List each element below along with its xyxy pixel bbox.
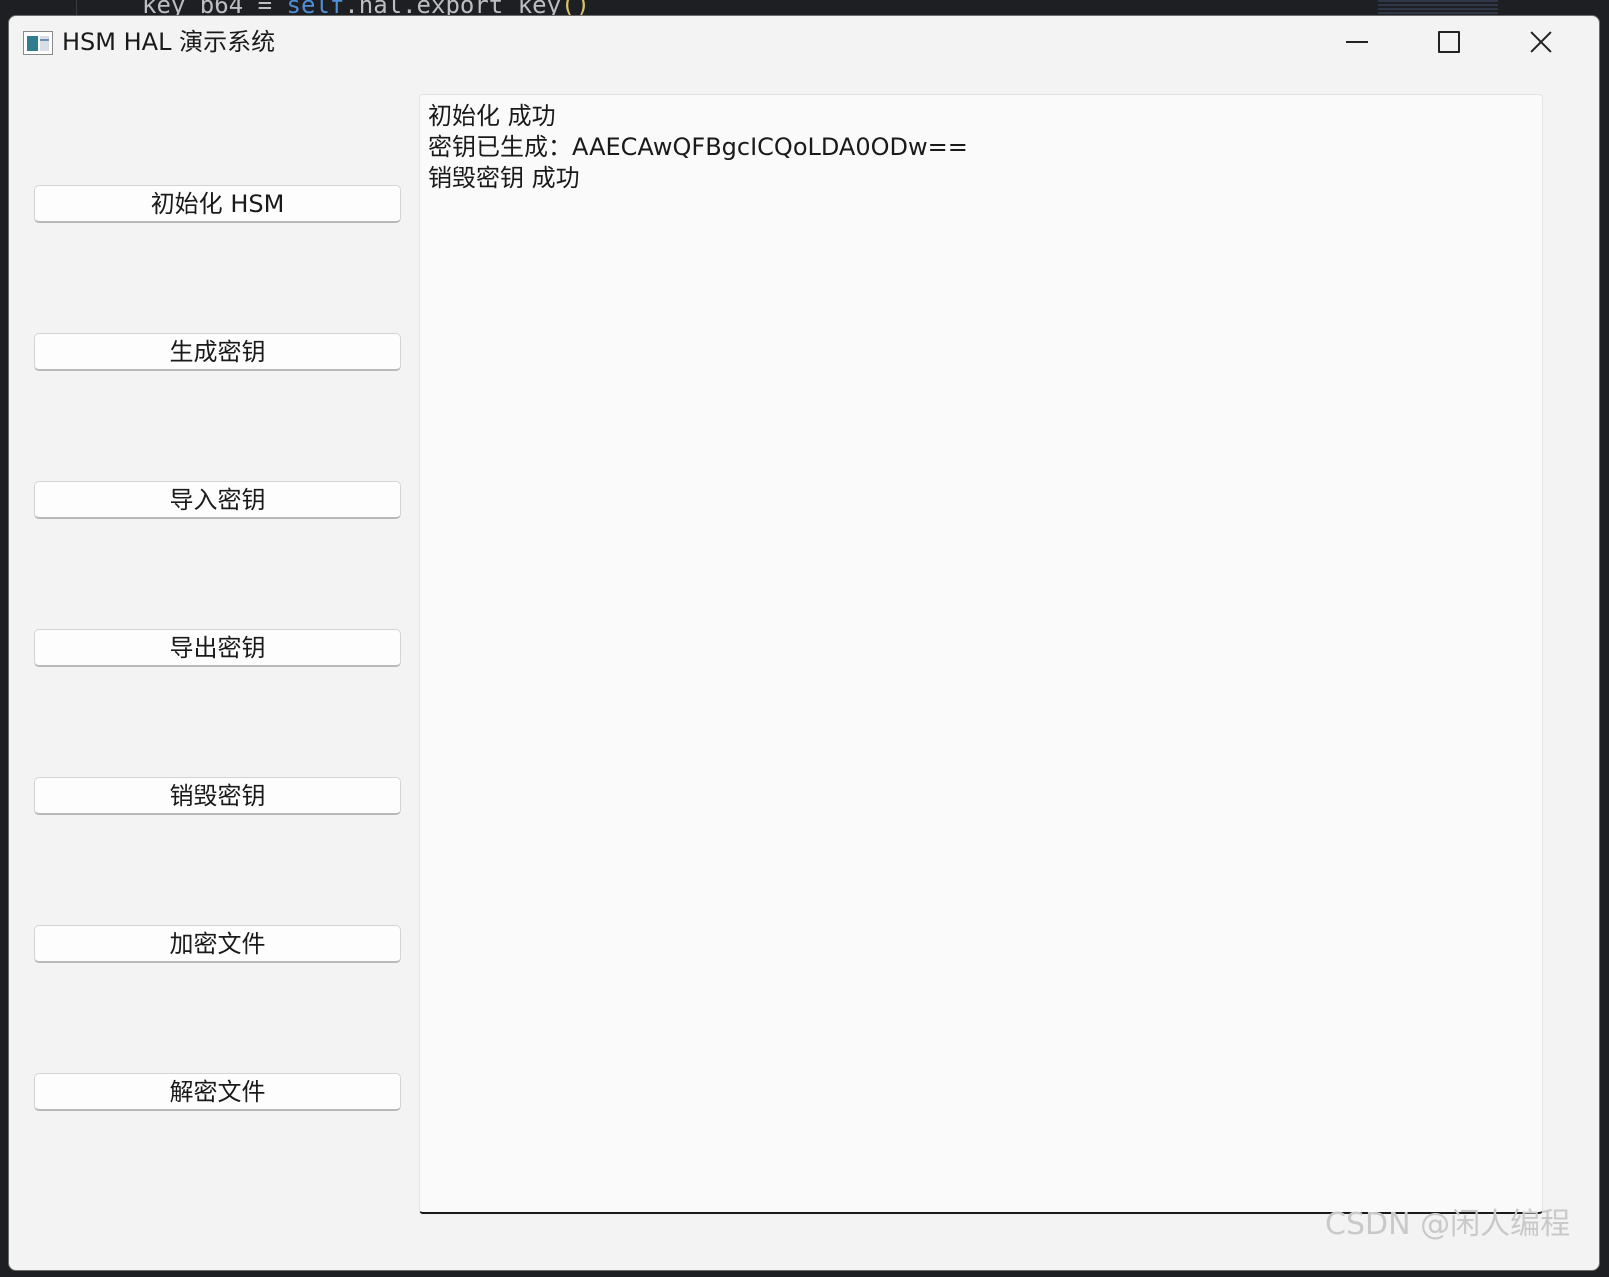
log-line: 密钥已生成：AAECAwQFBgcICQoLDA0ODw== — [428, 133, 968, 161]
background-code-line: key_b64 = self.hal.export_key() — [142, 0, 590, 16]
close-button[interactable] — [1495, 16, 1587, 68]
watermark: CSDN @闲人编程 — [1325, 1207, 1571, 1242]
app-icon — [23, 31, 53, 55]
encrypt-file-button[interactable]: 加密文件 — [34, 925, 401, 963]
minimize-icon — [1346, 41, 1368, 43]
log-line: 销毁密钥 成功 — [428, 164, 580, 192]
export-key-button[interactable]: 导出密钥 — [34, 629, 401, 667]
log-output-textarea[interactable]: 初始化 成功 密钥已生成：AAECAwQFBgcICQoLDA0ODw== 销毁… — [419, 94, 1543, 1214]
minimize-button[interactable] — [1311, 16, 1403, 68]
import-key-button[interactable]: 导入密钥 — [34, 481, 401, 519]
maximize-icon — [1438, 31, 1460, 53]
close-icon — [1529, 30, 1553, 54]
code-token-variable: key_b64 = — [142, 0, 287, 16]
destroy-key-button[interactable]: 销毁密钥 — [34, 777, 401, 815]
background-editor: key_b64 = self.hal.export_key() — [0, 0, 1609, 16]
code-token-self: self — [286, 0, 345, 16]
window-title: HSM HAL 演示系统 — [62, 28, 276, 56]
editor-minimap — [1378, 0, 1498, 16]
title-bar[interactable]: HSM HAL 演示系统 — [9, 16, 1599, 72]
code-token-call: .hal.export_key — [344, 0, 562, 16]
decrypt-file-button[interactable]: 解密文件 — [34, 1073, 401, 1111]
generate-key-button[interactable]: 生成密钥 — [34, 333, 401, 371]
editor-gutter-divider — [76, 0, 77, 16]
init-hsm-button[interactable]: 初始化 HSM — [34, 185, 401, 223]
maximize-button[interactable] — [1403, 16, 1495, 68]
log-line: 初始化 成功 — [428, 102, 556, 130]
app-window: HSM HAL 演示系统 初始化 HSM 生成密钥 导入密钥 导出密钥 销毁密钥… — [8, 15, 1600, 1271]
code-token-parens: () — [561, 0, 590, 16]
